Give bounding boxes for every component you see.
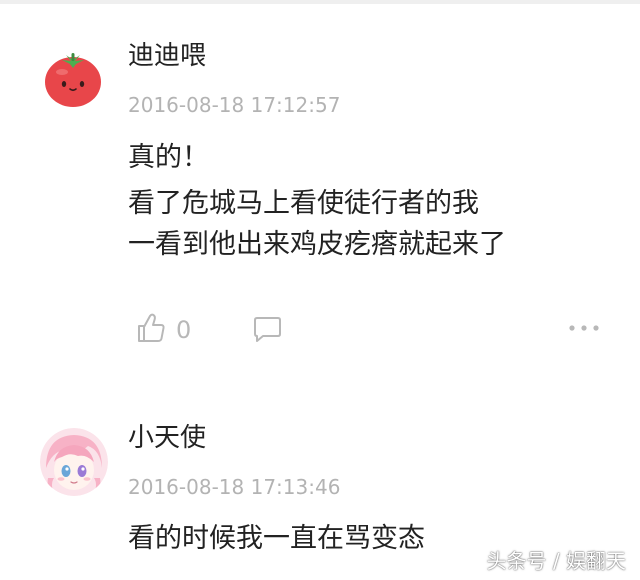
more-dots-icon[interactable] xyxy=(568,322,600,334)
comment-bubble-icon[interactable] xyxy=(252,315,282,343)
comment-text-line: 一看到他出来鸡皮疙瘩就起来了 xyxy=(128,229,506,260)
thumbs-up-icon[interactable] xyxy=(136,312,166,344)
comment-username[interactable]: 迪迪喂 xyxy=(128,40,206,72)
comment-text-line: 真的！ xyxy=(128,142,209,173)
top-divider xyxy=(0,0,640,4)
comment-text-line: 看了危城马上看使徒行者的我 xyxy=(128,188,479,219)
user-avatar[interactable] xyxy=(42,48,104,110)
comment-timestamp: 2016-08-18 17:13:46 xyxy=(128,475,341,499)
comment-feed: 迪迪喂 2016-08-18 17:12:57 真的！ 看了危城马上看使徒行者的… xyxy=(0,0,640,580)
watermark: 头条号 / 娱翻天 xyxy=(486,549,626,573)
comment-timestamp: 2016-08-18 17:12:57 xyxy=(128,93,341,117)
like-count: 0 xyxy=(176,316,192,344)
user-avatar[interactable] xyxy=(40,428,108,496)
comment-text-line: 看的时候我一直在骂变态 xyxy=(128,523,425,554)
tomato-avatar-icon xyxy=(42,48,104,110)
anime-girl-avatar-icon xyxy=(40,428,108,496)
comment-username[interactable]: 小天使 xyxy=(128,422,206,454)
